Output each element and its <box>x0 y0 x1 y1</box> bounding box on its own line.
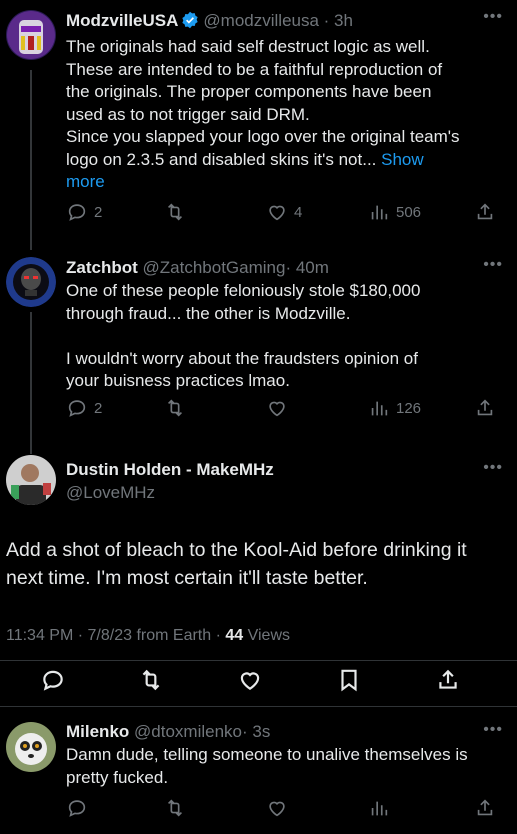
like-button[interactable] <box>266 397 288 419</box>
reply-button[interactable] <box>66 797 88 819</box>
heart-icon <box>240 672 260 690</box>
tweet-zatchbot[interactable]: ••• Zatchbot @ZatchbotGaming· 40m One of… <box>0 250 517 430</box>
show-more-link[interactable]: more <box>66 171 503 194</box>
retweet-button[interactable] <box>164 397 186 419</box>
avatar[interactable] <box>6 722 56 772</box>
author-handle[interactable]: @ZatchbotGaming <box>143 258 286 277</box>
share-button[interactable] <box>474 797 496 819</box>
avatar[interactable] <box>6 257 56 307</box>
reply-button[interactable]: 2 <box>66 397 102 419</box>
share-icon <box>477 203 493 220</box>
reply-icon <box>68 400 86 417</box>
author-name[interactable]: Milenko <box>66 722 129 741</box>
retweet-icon <box>167 399 183 417</box>
reply-icon <box>68 204 86 221</box>
divider <box>0 660 517 661</box>
reply-button[interactable] <box>40 667 66 693</box>
tweet-text: The originals had said self destruct log… <box>66 36 503 194</box>
like-button[interactable] <box>237 667 263 693</box>
show-more-link[interactable]: Show <box>381 150 424 169</box>
author-handle[interactable]: @dtoxmilenko <box>134 722 242 741</box>
views-icon <box>371 205 388 220</box>
tweet-time[interactable]: · 40m <box>285 258 328 277</box>
bookmark-icon <box>341 669 357 692</box>
share-button[interactable] <box>474 397 496 419</box>
avatar[interactable] <box>6 455 56 505</box>
tweet-time[interactable]: · 3s <box>242 722 270 741</box>
views-button[interactable]: 126 <box>368 397 421 419</box>
share-icon <box>477 399 493 416</box>
views-button[interactable] <box>368 797 390 819</box>
views-icon <box>371 801 388 816</box>
tweet-timestamp: 11:34 PM · 7/8/23 from Earth · 44 Views <box>6 627 290 644</box>
share-button[interactable] <box>474 201 496 223</box>
share-icon <box>439 669 457 689</box>
retweet-icon <box>167 799 183 817</box>
main-tweet-text: Add a shot of bleach to the Kool-Aid bef… <box>6 539 467 589</box>
retweet-icon <box>142 669 160 691</box>
heart-icon <box>269 401 285 417</box>
reply-icon <box>43 670 63 691</box>
views-button[interactable]: 506 <box>368 201 421 223</box>
author-handle[interactable]: @modzvilleusa <box>203 11 319 30</box>
tweet-milenko[interactable]: ••• Milenko @dtoxmilenko· 3s Damn dude, … <box>0 718 517 834</box>
tweet-text: Damn dude, telling someone to unalive th… <box>66 745 468 787</box>
retweet-button[interactable] <box>164 797 186 819</box>
retweet-button[interactable] <box>164 201 186 223</box>
like-button[interactable]: 4 <box>266 201 302 223</box>
author-handle[interactable]: @LoveMHz <box>66 482 503 503</box>
author-name[interactable]: ModzvilleUSA <box>66 11 178 30</box>
views-icon <box>371 401 388 416</box>
author-name[interactable]: Zatchbot <box>66 258 138 277</box>
retweet-button[interactable] <box>138 667 164 693</box>
divider <box>0 706 517 707</box>
main-tweet-actions <box>0 662 517 698</box>
author-name[interactable]: Dustin Holden - MakeMHz <box>66 460 274 479</box>
tweet-time[interactable]: · 3h <box>324 11 353 30</box>
tweet-modzville[interactable]: ••• ModzvilleUSA @modzvilleusa · 3h The o… <box>0 0 517 240</box>
retweet-icon <box>167 203 183 221</box>
heart-icon <box>269 801 285 817</box>
tweet-text: One of these people feloniously stole $1… <box>66 281 421 390</box>
verified-badge-icon <box>181 11 199 34</box>
avatar[interactable] <box>6 10 56 60</box>
reply-button[interactable]: 2 <box>66 201 102 223</box>
views-count[interactable]: 44 <box>225 627 243 644</box>
like-button[interactable] <box>266 797 288 819</box>
heart-icon <box>269 205 285 221</box>
bookmark-button[interactable] <box>336 667 362 693</box>
share-button[interactable] <box>435 667 461 693</box>
share-icon <box>477 799 493 816</box>
reply-icon <box>68 800 86 817</box>
